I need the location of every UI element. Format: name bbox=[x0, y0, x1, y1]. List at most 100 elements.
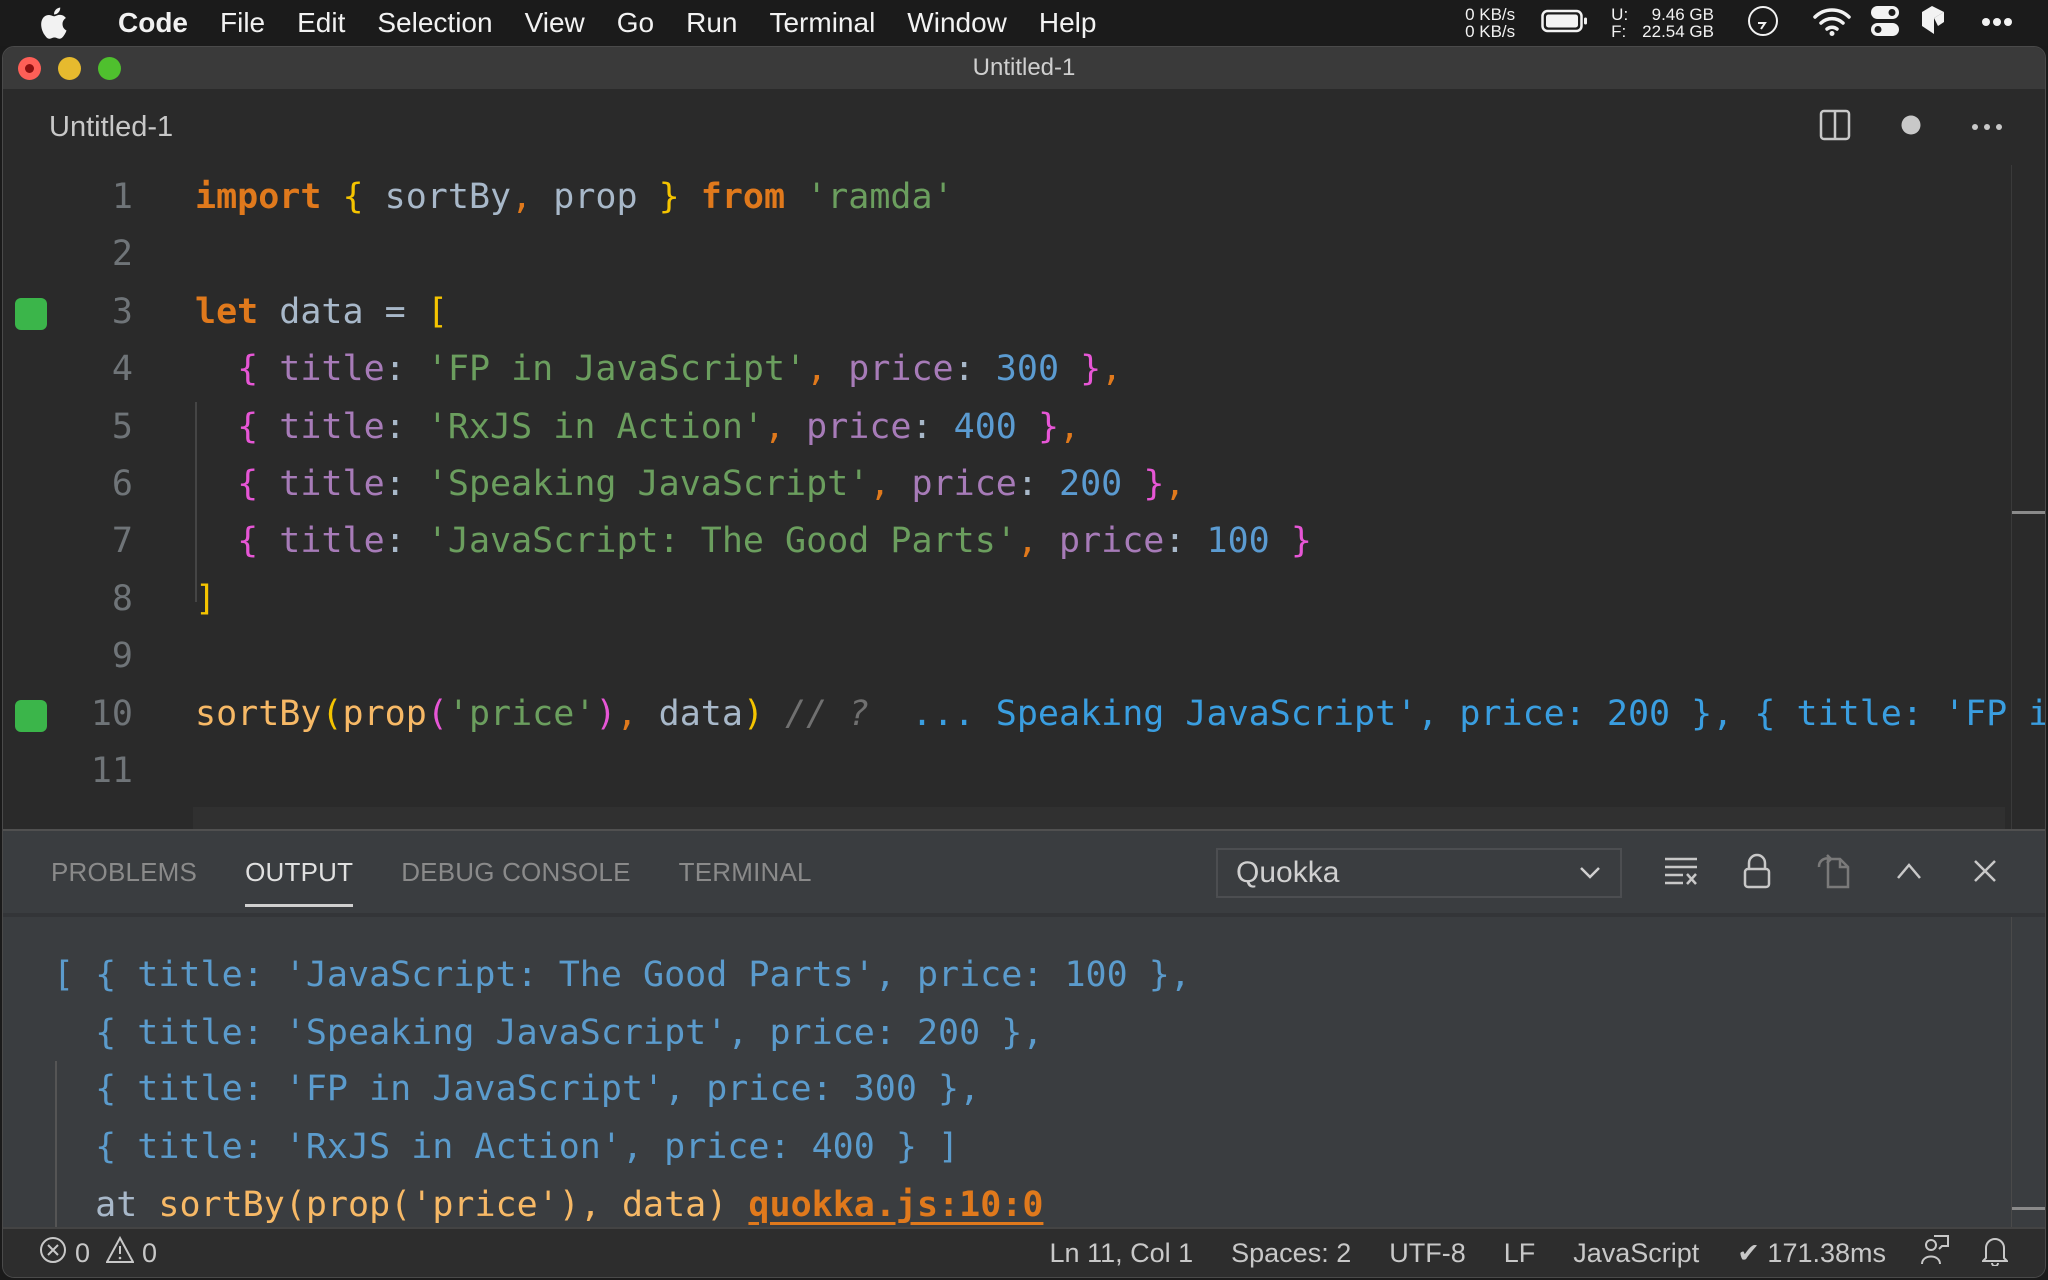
menu-edit[interactable]: Edit bbox=[281, 0, 361, 46]
code-line[interactable]: 8] bbox=[3, 571, 2045, 628]
code-line[interactable]: 9 bbox=[3, 628, 2045, 685]
code-token: { bbox=[237, 521, 259, 562]
output-channel-select[interactable]: Quokka bbox=[1216, 848, 1622, 898]
cursor-position[interactable]: Ln 11, Col 1 bbox=[1031, 1229, 1213, 1277]
code-token: ) bbox=[742, 693, 764, 734]
warning-count: 0 bbox=[142, 1237, 158, 1268]
error-icon bbox=[39, 1236, 67, 1271]
clock-icon[interactable] bbox=[1746, 4, 1780, 43]
code-line[interactable]: 7 { title: 'JavaScript: The Good Parts',… bbox=[3, 513, 2045, 570]
code-token: } bbox=[1037, 406, 1060, 447]
code-token: : bbox=[953, 349, 996, 390]
editor-scrollbar-thumb[interactable] bbox=[2012, 511, 2045, 514]
window-title: Untitled-1 bbox=[972, 54, 1076, 81]
notifications-button[interactable] bbox=[1965, 1229, 2025, 1277]
menu-window[interactable]: Window bbox=[891, 0, 1023, 46]
control-center-icon[interactable] bbox=[1870, 5, 1900, 42]
line-number: 10 bbox=[90, 693, 133, 734]
close-panel-button[interactable] bbox=[1947, 848, 2023, 898]
app-status-icon[interactable] bbox=[1920, 4, 1946, 43]
code-token: : bbox=[1164, 521, 1207, 562]
output-trace-line: at sortBy(prop('price'), data) quokka.js… bbox=[53, 1177, 1043, 1234]
code-line[interactable]: 5 { title: 'RxJS in Action', price: 400 … bbox=[3, 399, 2045, 456]
output-content[interactable]: [ { title: 'JavaScript: The Good Parts',… bbox=[3, 917, 2045, 1277]
split-editor-button[interactable] bbox=[1797, 89, 1873, 165]
panel-tab-problems[interactable]: PROBLEMS bbox=[27, 831, 221, 913]
editor-scrollbar[interactable] bbox=[2011, 165, 2045, 829]
eol-setting[interactable]: LF bbox=[1485, 1229, 1555, 1277]
bell-icon bbox=[1980, 1234, 2010, 1273]
window-titlebar: Untitled-1 bbox=[3, 47, 2045, 89]
code-line[interactable]: 6 { title: 'Speaking JavaScript', price:… bbox=[3, 456, 2045, 513]
line-number: 9 bbox=[111, 636, 133, 677]
panel-tab-debug-console[interactable]: DEBUG CONSOLE bbox=[377, 831, 654, 913]
trace-source-link[interactable]: quokka.js:10:0 bbox=[748, 1185, 1043, 1225]
code-text: { title: 'Speaking JavaScript', price: 2… bbox=[195, 456, 1185, 513]
menu-app-code[interactable]: Code bbox=[102, 0, 204, 46]
code-line[interactable]: 4 { title: 'FP in JavaScript', price: 30… bbox=[3, 341, 2045, 398]
code-token: 400 bbox=[953, 406, 1017, 447]
code-token: 'RxJS in Action' bbox=[426, 406, 764, 447]
menu-go[interactable]: Go bbox=[601, 0, 670, 46]
menu-terminal[interactable]: Terminal bbox=[753, 0, 891, 46]
menu-help[interactable]: Help bbox=[1023, 0, 1113, 46]
code-token: 'price' bbox=[447, 693, 596, 734]
disk-free-label: F: bbox=[1611, 22, 1627, 41]
code-token: } bbox=[658, 177, 680, 217]
panel-tab-output[interactable]: OUTPUT bbox=[221, 831, 377, 913]
encoding-setting[interactable]: UTF-8 bbox=[1370, 1229, 1485, 1277]
code-line[interactable]: 11 bbox=[3, 743, 2045, 800]
code-token: 'JavaScript: The Good Parts' bbox=[426, 521, 1017, 562]
line-number: 6 bbox=[111, 464, 133, 504]
output-scrollbar[interactable] bbox=[2011, 917, 2045, 1275]
open-log-file-button[interactable] bbox=[1795, 848, 1871, 898]
code-text: sortBy(prop('price'), data) // ? ... Spe… bbox=[195, 686, 2045, 743]
code-line[interactable]: 10 sortBy(prop('price'), data) // ? ... S… bbox=[3, 686, 2045, 743]
unsaved-indicator-button[interactable] bbox=[1873, 89, 1949, 165]
indentation-setting[interactable]: Spaces: 2 bbox=[1212, 1229, 1370, 1277]
more-actions-button[interactable] bbox=[1949, 89, 2025, 165]
problems-status[interactable]: 0 0 bbox=[39, 1229, 157, 1277]
code-line[interactable]: 3 let data = [ bbox=[3, 284, 2045, 341]
code-token: 'Speaking JavaScript' bbox=[426, 464, 870, 504]
feedback-button[interactable] bbox=[1905, 1229, 1965, 1277]
battery-icon[interactable] bbox=[1541, 9, 1589, 38]
panel-tab-terminal[interactable]: TERMINAL bbox=[655, 831, 836, 913]
network-stats[interactable]: 0 KB/s 0 KB/s bbox=[1465, 6, 1515, 40]
code-token: ( bbox=[321, 693, 343, 734]
quokka-timing[interactable]: ✔ 171.38ms bbox=[1718, 1229, 1905, 1277]
code-token: prop bbox=[342, 693, 427, 734]
wifi-icon[interactable] bbox=[1812, 6, 1852, 41]
code-editor[interactable]: 1 import { sortBy, prop } from 'ramda' 2 3 l… bbox=[3, 165, 2045, 829]
editor-tab-untitled[interactable]: Untitled-1 bbox=[49, 89, 173, 165]
quokka-inline-result: ... Speaking JavaScript', price: 200 }, … bbox=[911, 693, 2046, 734]
disk-free-value: 22.54 GB bbox=[1642, 22, 1714, 41]
menu-selection[interactable]: Selection bbox=[361, 0, 508, 46]
chevron-down-icon bbox=[1578, 860, 1602, 889]
line-number: 2 bbox=[111, 234, 133, 275]
code-token: import bbox=[195, 177, 322, 217]
code-token: title bbox=[258, 349, 385, 390]
unsaved-dot-icon bbox=[1900, 114, 1922, 141]
code-token: 300 bbox=[995, 349, 1060, 390]
apple-menu-icon[interactable] bbox=[40, 0, 80, 46]
menu-file[interactable]: File bbox=[204, 0, 281, 46]
maximize-panel-button[interactable] bbox=[1871, 848, 1947, 898]
lock-scroll-button[interactable] bbox=[1719, 848, 1795, 898]
code-token: { bbox=[237, 406, 259, 447]
output-scrollbar-thumb[interactable] bbox=[2012, 1207, 2045, 1210]
disk-stats[interactable]: U: 9.46 GB F: 22.54 GB bbox=[1611, 6, 1714, 40]
code-token: 100 bbox=[1206, 521, 1270, 562]
bottom-panel: PROBLEMS OUTPUT DEBUG CONSOLE TERMINAL Q… bbox=[3, 829, 2045, 1277]
quokka-coverage-marker bbox=[15, 297, 47, 330]
code-line[interactable]: 2 bbox=[3, 226, 2045, 283]
more-icon[interactable] bbox=[1982, 14, 2012, 32]
menu-view[interactable]: View bbox=[509, 0, 601, 46]
menu-run[interactable]: Run bbox=[670, 0, 753, 46]
language-mode[interactable]: JavaScript bbox=[1554, 1229, 1718, 1277]
feedback-icon bbox=[1920, 1234, 1950, 1273]
clear-output-button[interactable] bbox=[1643, 848, 1719, 898]
macos-menu-bar: Code File Edit Selection View Go Run Ter… bbox=[0, 0, 2048, 46]
code-text: { title: 'FP in JavaScript', price: 300 … bbox=[195, 341, 1122, 398]
code-line[interactable]: 1 import { sortBy, prop } from 'ramda' bbox=[3, 169, 2045, 226]
